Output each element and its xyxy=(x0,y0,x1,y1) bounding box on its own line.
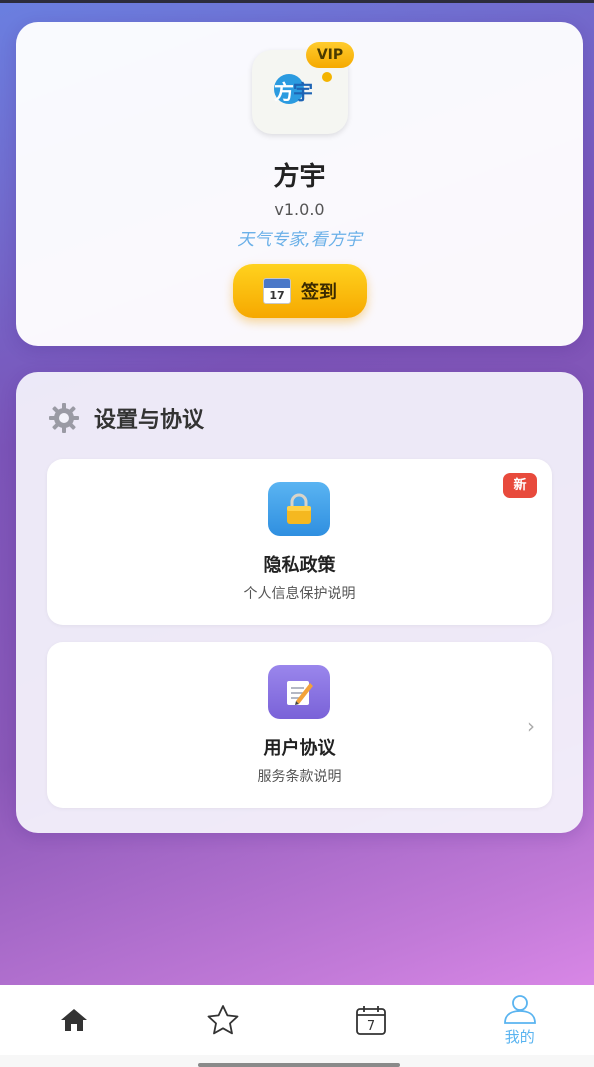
agreement-icon-tile xyxy=(268,665,330,719)
logo-char-b: 宇 xyxy=(293,80,313,104)
memo-icon xyxy=(287,681,313,705)
nav-label-mine: 我的 xyxy=(504,1027,535,1046)
user-icon xyxy=(503,994,536,1024)
privacy-policy-title: 隐私政策 xyxy=(263,555,336,576)
nav-item-home[interactable] xyxy=(0,985,149,1055)
logo-sun-icon xyxy=(322,72,332,82)
settings-title: 设置与协议 xyxy=(94,408,205,433)
star-icon xyxy=(207,1005,239,1035)
home-icon xyxy=(61,1009,88,1031)
privacy-icon-tile xyxy=(268,482,330,536)
calendar-icon-header xyxy=(264,279,290,288)
settings-card: 设置与协议 新 隐私政策 个人信息保护说明 › 用户协议 服务条款说明 xyxy=(16,372,583,833)
vip-badge: VIP xyxy=(306,42,354,68)
privacy-policy-item[interactable]: 新 隐私政策 个人信息保护说明 xyxy=(47,459,552,625)
calendar-7-icon: 7 xyxy=(356,1006,387,1035)
nav-item-forecast[interactable]: 7 xyxy=(297,985,446,1055)
calendar-icon: 17 xyxy=(263,278,291,304)
logo-char-a: 方 xyxy=(274,80,294,104)
signin-button[interactable]: 17 签到 xyxy=(233,264,367,318)
nav-item-favorites[interactable] xyxy=(149,985,298,1055)
app-version: v1.0.0 xyxy=(274,200,325,219)
status-bar-strip xyxy=(0,0,594,3)
user-agreement-item[interactable]: › 用户协议 服务条款说明 xyxy=(47,642,552,808)
signin-label: 签到 xyxy=(301,282,337,303)
privacy-policy-subtitle: 个人信息保护说明 xyxy=(243,586,356,602)
user-agreement-subtitle: 服务条款说明 xyxy=(257,769,342,785)
bottom-nav: 7 我的 xyxy=(0,985,594,1055)
user-agreement-title: 用户协议 xyxy=(263,738,336,759)
logo-text: 方宇 xyxy=(274,76,313,105)
calendar-7-day: 7 xyxy=(367,1019,375,1034)
app-slogan: 天气专家,看方宇 xyxy=(237,230,362,250)
profile-card: 方宇 VIP 方宇 v1.0.0 天气专家,看方宇 17 签到 xyxy=(16,22,583,346)
nav-item-mine[interactable]: 我的 xyxy=(446,985,594,1055)
calendar-icon-day: 17 xyxy=(269,289,285,302)
new-badge: 新 xyxy=(503,473,537,498)
app-name: 方宇 xyxy=(273,162,326,192)
gear-icon xyxy=(49,403,79,433)
lock-icon xyxy=(287,493,311,524)
settings-header: 设置与协议 xyxy=(48,402,204,434)
gesture-bar[interactable] xyxy=(198,1063,400,1067)
